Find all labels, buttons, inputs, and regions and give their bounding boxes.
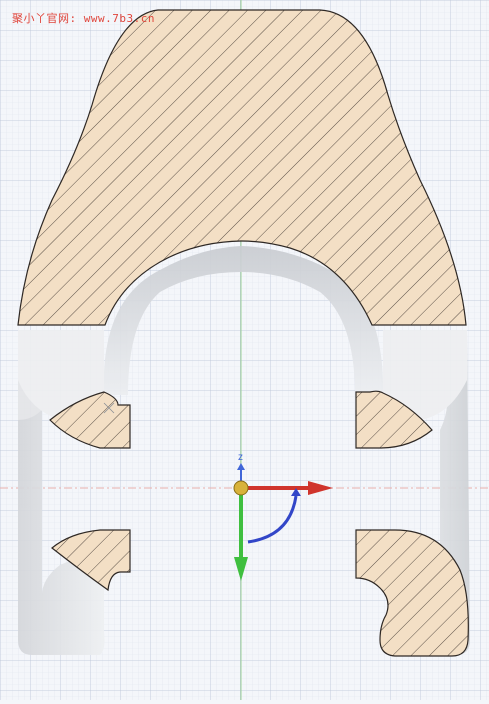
- watermark-text: 聚小丫官网: www.7b3.cn: [12, 12, 155, 25]
- gizmo-origin-sphere[interactable]: [233, 480, 249, 496]
- section-view-canvas[interactable]: z: [0, 0, 489, 700]
- cad-viewport[interactable]: z 聚小丫官网: www.7b3.cn: [0, 0, 489, 700]
- z-axis-label: z: [238, 452, 243, 463]
